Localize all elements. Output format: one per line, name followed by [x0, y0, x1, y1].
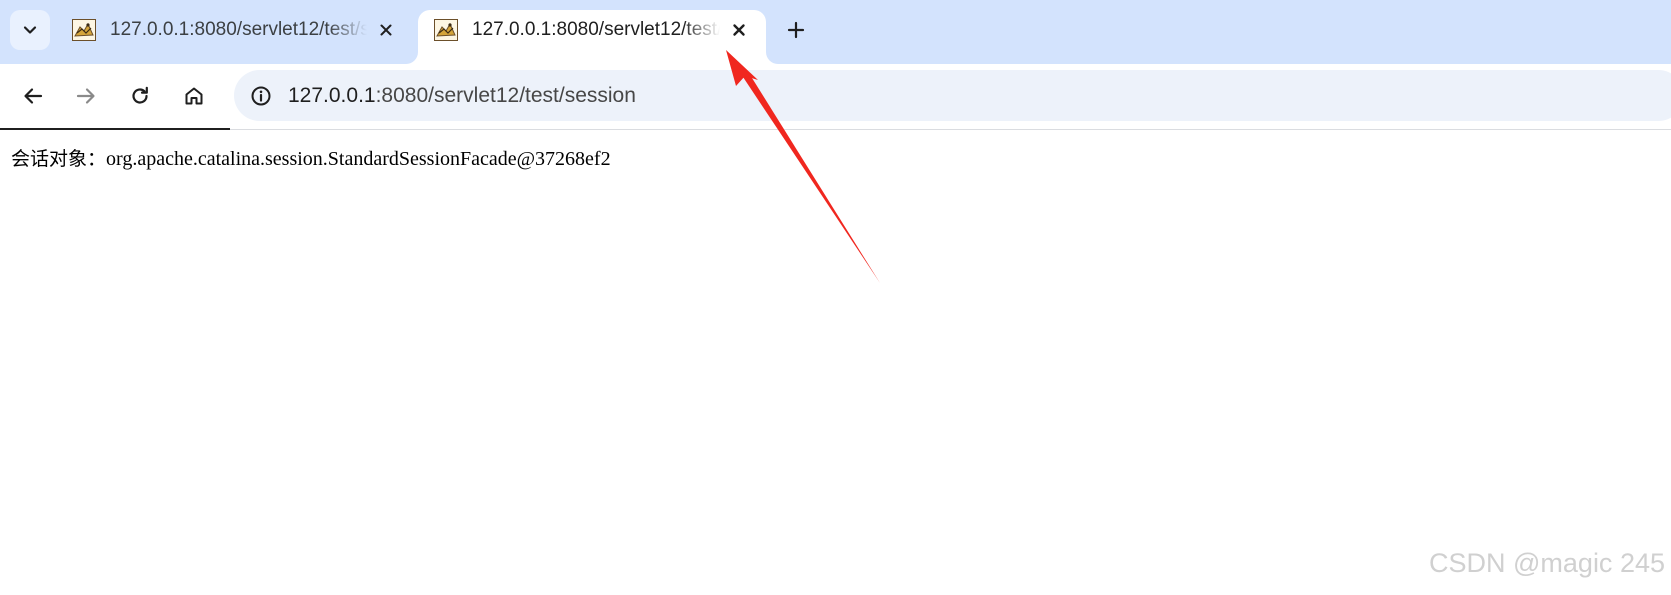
new-tab-button[interactable]: [780, 14, 812, 46]
chevron-down-icon: [23, 26, 37, 34]
tab-active[interactable]: 127.0.0.1:8080/servlet12/test/session: [418, 10, 766, 64]
page-load-indicator: [0, 128, 230, 130]
url-host: 127.0.0.1: [288, 83, 376, 107]
browser-toolbar: 127.0.0.1:8080/servlet12/test/session: [0, 64, 1671, 130]
tab-inactive[interactable]: 127.0.0.1:8080/servlet12/test/session: [56, 10, 413, 64]
watermark-text: CSDN @magic 245: [1429, 548, 1665, 578]
tomcat-favicon-icon: [434, 19, 458, 41]
tab-title: 127.0.0.1:8080/servlet12/test/session: [472, 19, 720, 40]
url-path: :8080/servlet12/test/session: [375, 83, 636, 107]
back-button[interactable]: [15, 78, 51, 114]
site-info-button[interactable]: [248, 83, 274, 109]
close-icon: [733, 24, 745, 36]
arrow-right-icon: [76, 88, 95, 104]
session-value: org.apache.catalina.session.StandardSess…: [106, 148, 611, 170]
forward-button[interactable]: [68, 78, 104, 114]
session-label: 会话对象：: [11, 148, 107, 170]
home-button[interactable]: [176, 78, 212, 114]
arrow-left-icon: [24, 88, 43, 104]
tab-search-button[interactable]: [10, 10, 50, 50]
home-icon: [185, 87, 203, 105]
close-icon: [380, 24, 392, 36]
tomcat-favicon-icon: [72, 19, 96, 41]
tab-close-button[interactable]: [726, 17, 752, 43]
url-text[interactable]: 127.0.0.1:8080/servlet12/test/session: [288, 84, 636, 108]
tab-strip: 127.0.0.1:8080/servlet12/test/session 12…: [0, 0, 1671, 64]
reload-button[interactable]: [122, 78, 158, 114]
reload-icon: [132, 86, 148, 104]
address-bar[interactable]: 127.0.0.1:8080/servlet12/test/session: [234, 70, 1671, 121]
tab-close-button[interactable]: [373, 17, 399, 43]
page-content: 会话对象：org.apache.catalina.session.Standar…: [11, 144, 611, 171]
info-icon: [251, 86, 271, 105]
plus-icon: [787, 21, 805, 39]
tab-title: 127.0.0.1:8080/servlet12/test/session: [110, 19, 367, 40]
